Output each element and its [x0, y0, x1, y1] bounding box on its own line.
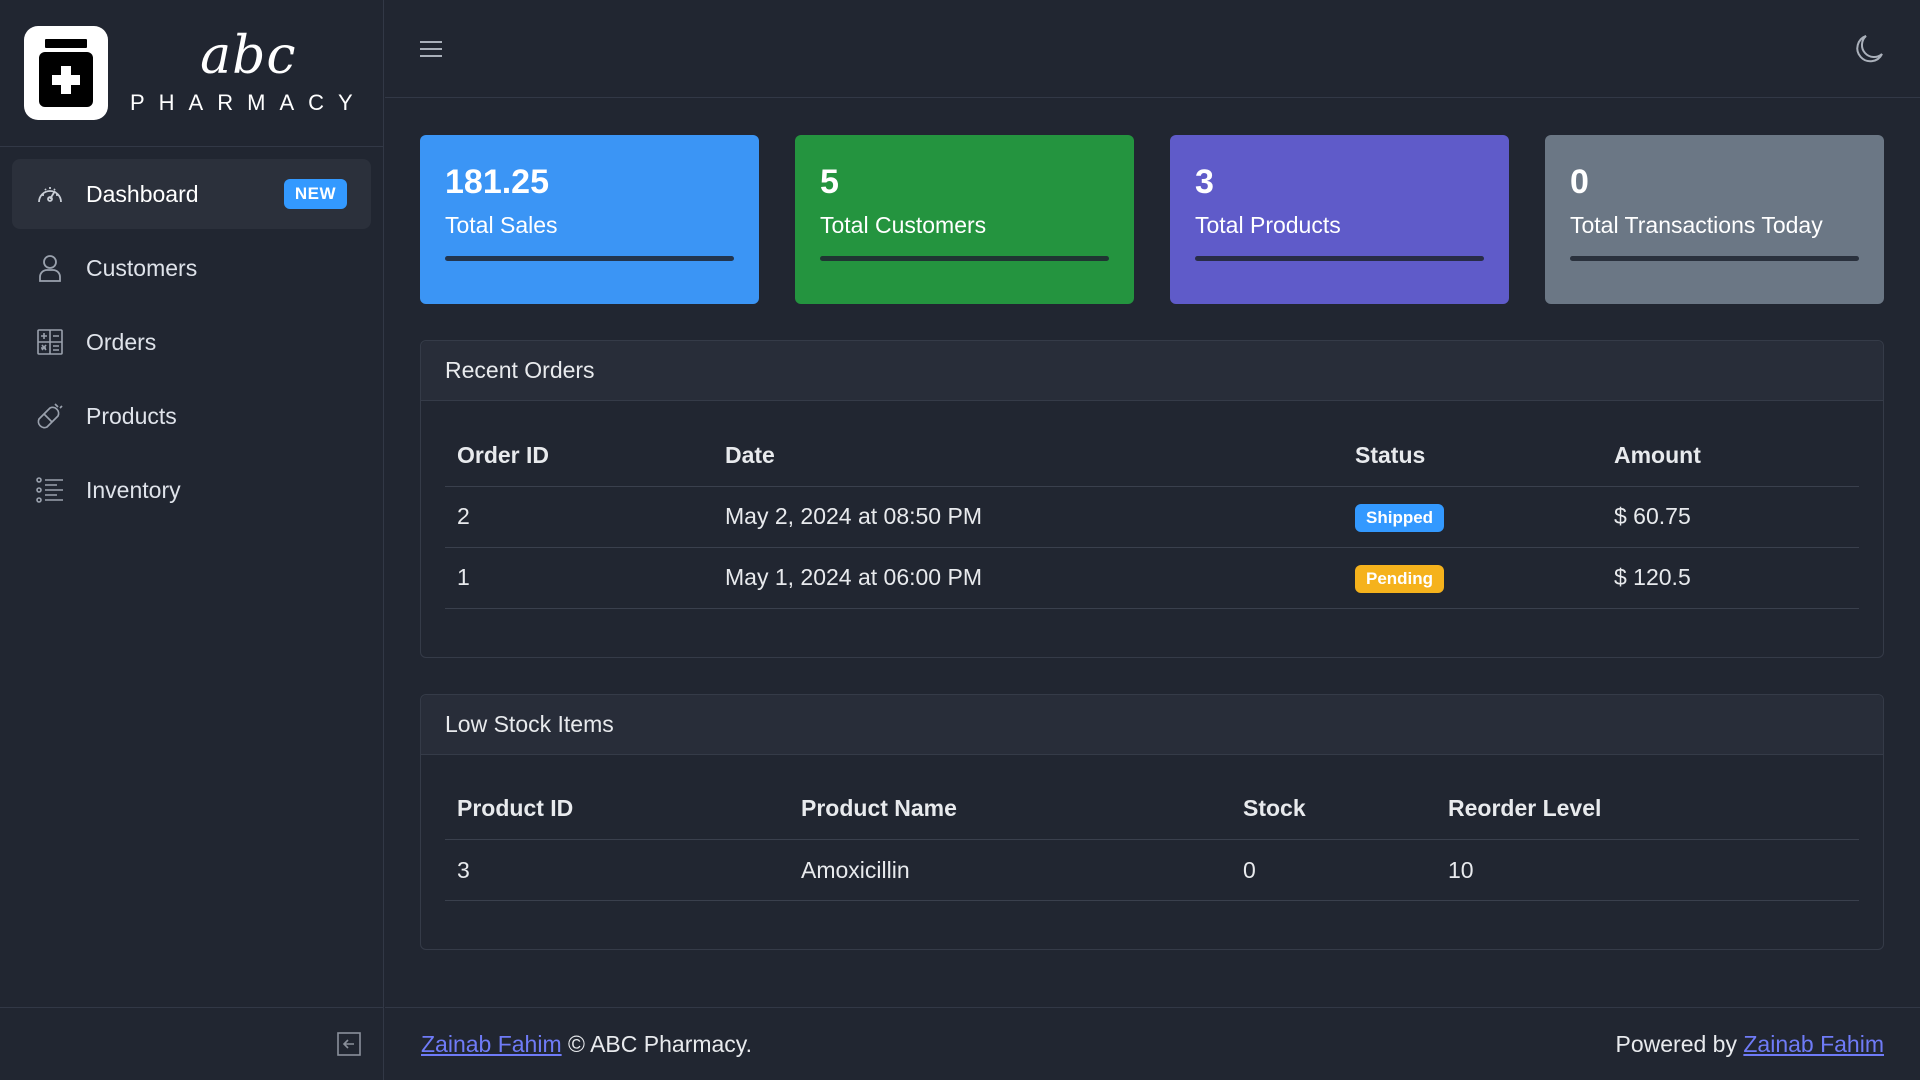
- low-stock-card: Low Stock Items Product ID Product Name …: [420, 693, 1884, 950]
- sidebar-item-label: Inventory: [86, 476, 181, 503]
- stat-card-total-sales[interactable]: 181.25 Total Sales: [420, 135, 759, 304]
- stat-progress-bar: [1570, 256, 1859, 261]
- recent-orders-card: Recent Orders Order ID Date Status Amoun…: [420, 340, 1884, 658]
- top-header: [385, 0, 1920, 98]
- low-stock-table: Product ID Product Name Stock Reorder Le…: [445, 778, 1859, 901]
- order-amount: $ 60.75: [1602, 486, 1859, 548]
- column-header: Amount: [1602, 425, 1859, 487]
- stat-value: 5: [820, 163, 839, 201]
- order-date: May 2, 2024 at 08:50 PM: [713, 486, 1343, 548]
- user-icon: [36, 254, 64, 282]
- calculator-icon: [36, 328, 64, 356]
- sidebar-item-customers[interactable]: Customers: [12, 233, 371, 303]
- brand[interactable]: abc PHARMACY: [0, 0, 383, 147]
- stat-card-total-products[interactable]: 3 Total Products: [1170, 135, 1509, 304]
- sidebar-item-label: Products: [86, 402, 177, 429]
- column-header: Product Name: [789, 778, 1231, 840]
- product-stock: 0: [1231, 839, 1436, 901]
- sidebar-item-dashboard[interactable]: Dashboard NEW: [12, 159, 371, 229]
- stat-progress-bar: [1195, 256, 1484, 261]
- pharmacy-logo-icon: [24, 26, 108, 120]
- sidebar-item-products[interactable]: Products: [12, 381, 371, 451]
- sidebar-item-label: Dashboard: [86, 180, 199, 207]
- status-badge: Pending: [1355, 564, 1445, 593]
- card-title: Recent Orders: [421, 341, 1883, 401]
- order-id: 1: [445, 547, 713, 609]
- column-header: Reorder Level: [1436, 778, 1859, 840]
- main-content: 181.25 Total Sales 5 Total Customers 3 T…: [420, 135, 1884, 950]
- stat-card-total-transactions[interactable]: 0 Total Transactions Today: [1545, 135, 1884, 304]
- stat-label: Total Products: [1195, 212, 1341, 238]
- copyright-text: © ABC Pharmacy.: [568, 1030, 752, 1057]
- card-title: Low Stock Items: [421, 694, 1883, 755]
- sidebar-item-label: Orders: [86, 328, 157, 355]
- stat-value: 181.25: [445, 163, 549, 201]
- sidebar-item-orders[interactable]: Orders: [12, 307, 371, 377]
- new-badge: NEW: [283, 179, 347, 209]
- stat-value: 0: [1570, 163, 1589, 201]
- table-row[interactable]: 1 May 1, 2024 at 06:00 PM Pending $ 120.…: [445, 547, 1859, 609]
- page-footer: Zainab Fahim © ABC Pharmacy. Powered by …: [385, 1007, 1920, 1080]
- table-header-row: Order ID Date Status Amount: [445, 425, 1859, 487]
- stats-row: 181.25 Total Sales 5 Total Customers 3 T…: [420, 135, 1884, 304]
- column-header: Status: [1343, 425, 1602, 487]
- stat-label: Total Sales: [445, 212, 558, 238]
- stat-label: Total Customers: [820, 212, 987, 238]
- sidebar-footer: [0, 1007, 383, 1080]
- sidebar-item-label: Customers: [86, 254, 198, 281]
- collapse-icon[interactable]: [337, 1032, 361, 1056]
- brand-script: abc: [200, 26, 297, 86]
- stat-label: Total Transactions Today: [1570, 212, 1823, 238]
- powered-author-link[interactable]: Zainab Fahim: [1743, 1031, 1884, 1057]
- table-row[interactable]: 2 May 2, 2024 at 08:50 PM Shipped $ 60.7…: [445, 486, 1859, 548]
- table-header-row: Product ID Product Name Stock Reorder Le…: [445, 778, 1859, 840]
- product-id: 3: [445, 839, 789, 901]
- status-badge: Shipped: [1355, 503, 1445, 532]
- moon-icon[interactable]: [1854, 34, 1884, 64]
- order-id: 2: [445, 486, 713, 548]
- stat-value: 3: [1195, 163, 1214, 201]
- brand-word: PHARMACY: [130, 90, 367, 115]
- stat-progress-bar: [445, 256, 734, 261]
- pill-icon: [36, 402, 64, 430]
- author-link[interactable]: Zainab Fahim: [421, 1031, 562, 1057]
- list-icon: [36, 476, 64, 504]
- column-header: Product ID: [445, 778, 789, 840]
- table-row[interactable]: 3 Amoxicillin 0 10: [445, 839, 1859, 901]
- order-date: May 1, 2024 at 06:00 PM: [713, 547, 1343, 609]
- footer-left: Zainab Fahim © ABC Pharmacy.: [421, 1031, 752, 1058]
- sidebar-item-inventory[interactable]: Inventory: [12, 455, 371, 525]
- column-header: Stock: [1231, 778, 1436, 840]
- powered-by-text: Powered by: [1615, 1030, 1744, 1057]
- stat-card-total-customers[interactable]: 5 Total Customers: [795, 135, 1134, 304]
- product-reorder-level: 10: [1436, 839, 1859, 901]
- sidebar: abc PHARMACY Dashboard NEW Customers Ord…: [0, 0, 384, 1080]
- stat-progress-bar: [820, 256, 1109, 261]
- recent-orders-table: Order ID Date Status Amount 2 May 2, 202…: [445, 425, 1859, 609]
- order-amount: $ 120.5: [1602, 547, 1859, 609]
- sidebar-nav: Dashboard NEW Customers Orders Products …: [0, 147, 383, 541]
- product-name: Amoxicillin: [789, 839, 1231, 901]
- footer-right: Powered by Zainab Fahim: [1616, 1031, 1884, 1058]
- column-header: Date: [713, 425, 1343, 487]
- hamburger-icon[interactable]: [419, 39, 443, 59]
- column-header: Order ID: [445, 425, 713, 487]
- speedometer-icon: [36, 180, 64, 208]
